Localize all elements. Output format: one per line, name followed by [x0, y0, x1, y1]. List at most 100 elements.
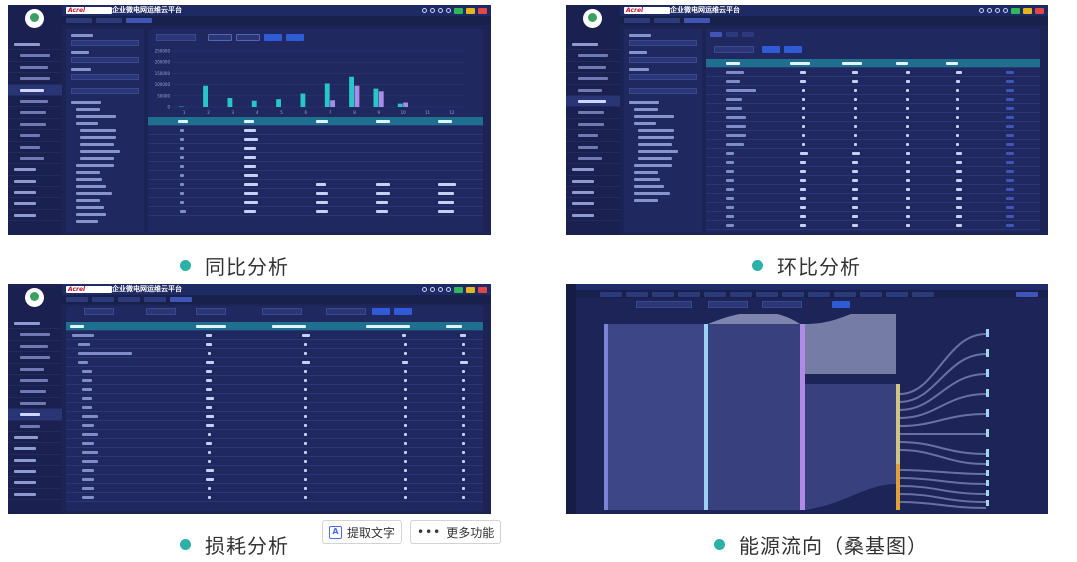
sidebar-item[interactable] — [8, 39, 62, 51]
end-date-picker[interactable] — [762, 301, 802, 308]
tab-active[interactable] — [1016, 292, 1038, 297]
sidebar-item[interactable] — [8, 198, 62, 210]
search-icon[interactable] — [422, 8, 427, 13]
sidebar-item[interactable] — [8, 73, 62, 85]
sidebar-item[interactable] — [8, 477, 62, 489]
energy-type-select[interactable] — [629, 57, 697, 63]
sidebar-item[interactable] — [566, 50, 620, 62]
end-date-picker[interactable] — [326, 308, 366, 315]
sidebar-item[interactable] — [8, 187, 62, 199]
sidebar-item[interactable] — [8, 50, 62, 62]
sidebar-item[interactable] — [8, 318, 62, 330]
org-select[interactable] — [636, 301, 692, 308]
fullscreen-icon[interactable] — [438, 287, 443, 292]
tab[interactable] — [912, 292, 934, 297]
tab[interactable] — [96, 18, 122, 23]
prev-button[interactable] — [208, 34, 232, 41]
globe-icon[interactable] — [430, 287, 435, 292]
tab[interactable] — [808, 292, 830, 297]
energy-type-select[interactable] — [146, 308, 176, 315]
sidebar-item[interactable] — [8, 341, 62, 353]
tab[interactable] — [782, 292, 804, 297]
sidebar-item[interactable] — [8, 96, 62, 108]
bell-icon[interactable] — [446, 287, 451, 292]
sidebar-item[interactable] — [8, 210, 62, 222]
tab[interactable] — [144, 297, 166, 302]
sidebar-item[interactable] — [8, 375, 62, 387]
sidebar-item[interactable] — [566, 130, 620, 142]
bell-icon[interactable] — [1003, 8, 1008, 13]
sidebar-item[interactable] — [8, 153, 62, 165]
sidebar-item[interactable] — [8, 443, 62, 455]
tab-active[interactable] — [170, 297, 192, 302]
tab-active[interactable] — [684, 18, 710, 23]
query-button[interactable] — [832, 301, 850, 308]
tab[interactable] — [756, 292, 778, 297]
sidebar-item[interactable] — [8, 489, 62, 501]
sidebar-item[interactable] — [566, 164, 620, 176]
sidebar-item[interactable] — [8, 142, 62, 153]
sidebar-item[interactable] — [8, 386, 62, 398]
tab[interactable] — [704, 292, 726, 297]
query-button[interactable] — [264, 34, 282, 41]
sidebar-item[interactable] — [566, 62, 620, 74]
next-button[interactable] — [236, 34, 260, 41]
fullscreen-icon[interactable] — [438, 8, 443, 13]
org-select[interactable] — [629, 40, 697, 46]
sidebar-item[interactable] — [8, 455, 62, 467]
tab[interactable] — [654, 18, 680, 23]
sidebar-item[interactable] — [8, 398, 62, 410]
sidebar-item[interactable] — [566, 107, 620, 119]
date-picker[interactable] — [714, 46, 754, 53]
sidebar-item[interactable] — [8, 62, 62, 74]
point-type-select[interactable] — [629, 74, 697, 80]
sidebar-item[interactable] — [8, 164, 62, 176]
point-type-select[interactable] — [71, 74, 139, 80]
tab[interactable] — [834, 292, 856, 297]
export-button[interactable] — [784, 46, 802, 53]
sidebar-item-active[interactable] — [8, 409, 62, 421]
tab[interactable] — [66, 297, 88, 302]
sidebar-item[interactable] — [8, 119, 62, 131]
sidebar-item[interactable] — [566, 39, 620, 51]
tree-search-input[interactable] — [629, 88, 697, 94]
tab[interactable] — [600, 292, 622, 297]
sidebar-item-active[interactable] — [566, 95, 620, 108]
export-button[interactable] — [394, 308, 412, 315]
export-button[interactable] — [286, 34, 304, 41]
query-button[interactable] — [372, 308, 390, 315]
sidebar-item[interactable] — [566, 176, 620, 188]
start-date-picker[interactable] — [262, 308, 302, 315]
sidebar-item[interactable] — [566, 85, 620, 96]
tab-month[interactable] — [742, 32, 754, 37]
globe-icon[interactable] — [987, 8, 992, 13]
tree-search-input[interactable] — [71, 88, 139, 94]
fullscreen-icon[interactable] — [995, 8, 1000, 13]
tab[interactable] — [678, 292, 700, 297]
sidebar-item[interactable] — [8, 130, 62, 142]
org-select[interactable] — [84, 308, 114, 315]
globe-icon[interactable] — [430, 8, 435, 13]
bell-icon[interactable] — [446, 8, 451, 13]
tab[interactable] — [92, 297, 114, 302]
query-button[interactable] — [762, 46, 780, 53]
date-picker[interactable] — [156, 34, 196, 41]
tab[interactable] — [730, 292, 752, 297]
sidebar-item[interactable] — [8, 107, 62, 119]
sidebar-item[interactable] — [566, 73, 620, 85]
sidebar-item[interactable] — [8, 421, 62, 432]
sidebar-item[interactable] — [8, 329, 62, 341]
sidebar-item[interactable] — [8, 364, 62, 375]
sidebar-item[interactable] — [8, 466, 62, 478]
org-select[interactable] — [71, 40, 139, 46]
search-icon[interactable] — [422, 287, 427, 292]
sidebar-item-active[interactable] — [8, 84, 62, 96]
sidebar-item[interactable] — [566, 153, 620, 165]
sidebar-item[interactable] — [566, 187, 620, 199]
tab[interactable] — [886, 292, 908, 297]
tab-active[interactable] — [126, 18, 152, 23]
point-select[interactable] — [196, 308, 226, 315]
sidebar-item[interactable] — [566, 210, 620, 222]
tab[interactable] — [118, 297, 140, 302]
tab[interactable] — [860, 292, 882, 297]
